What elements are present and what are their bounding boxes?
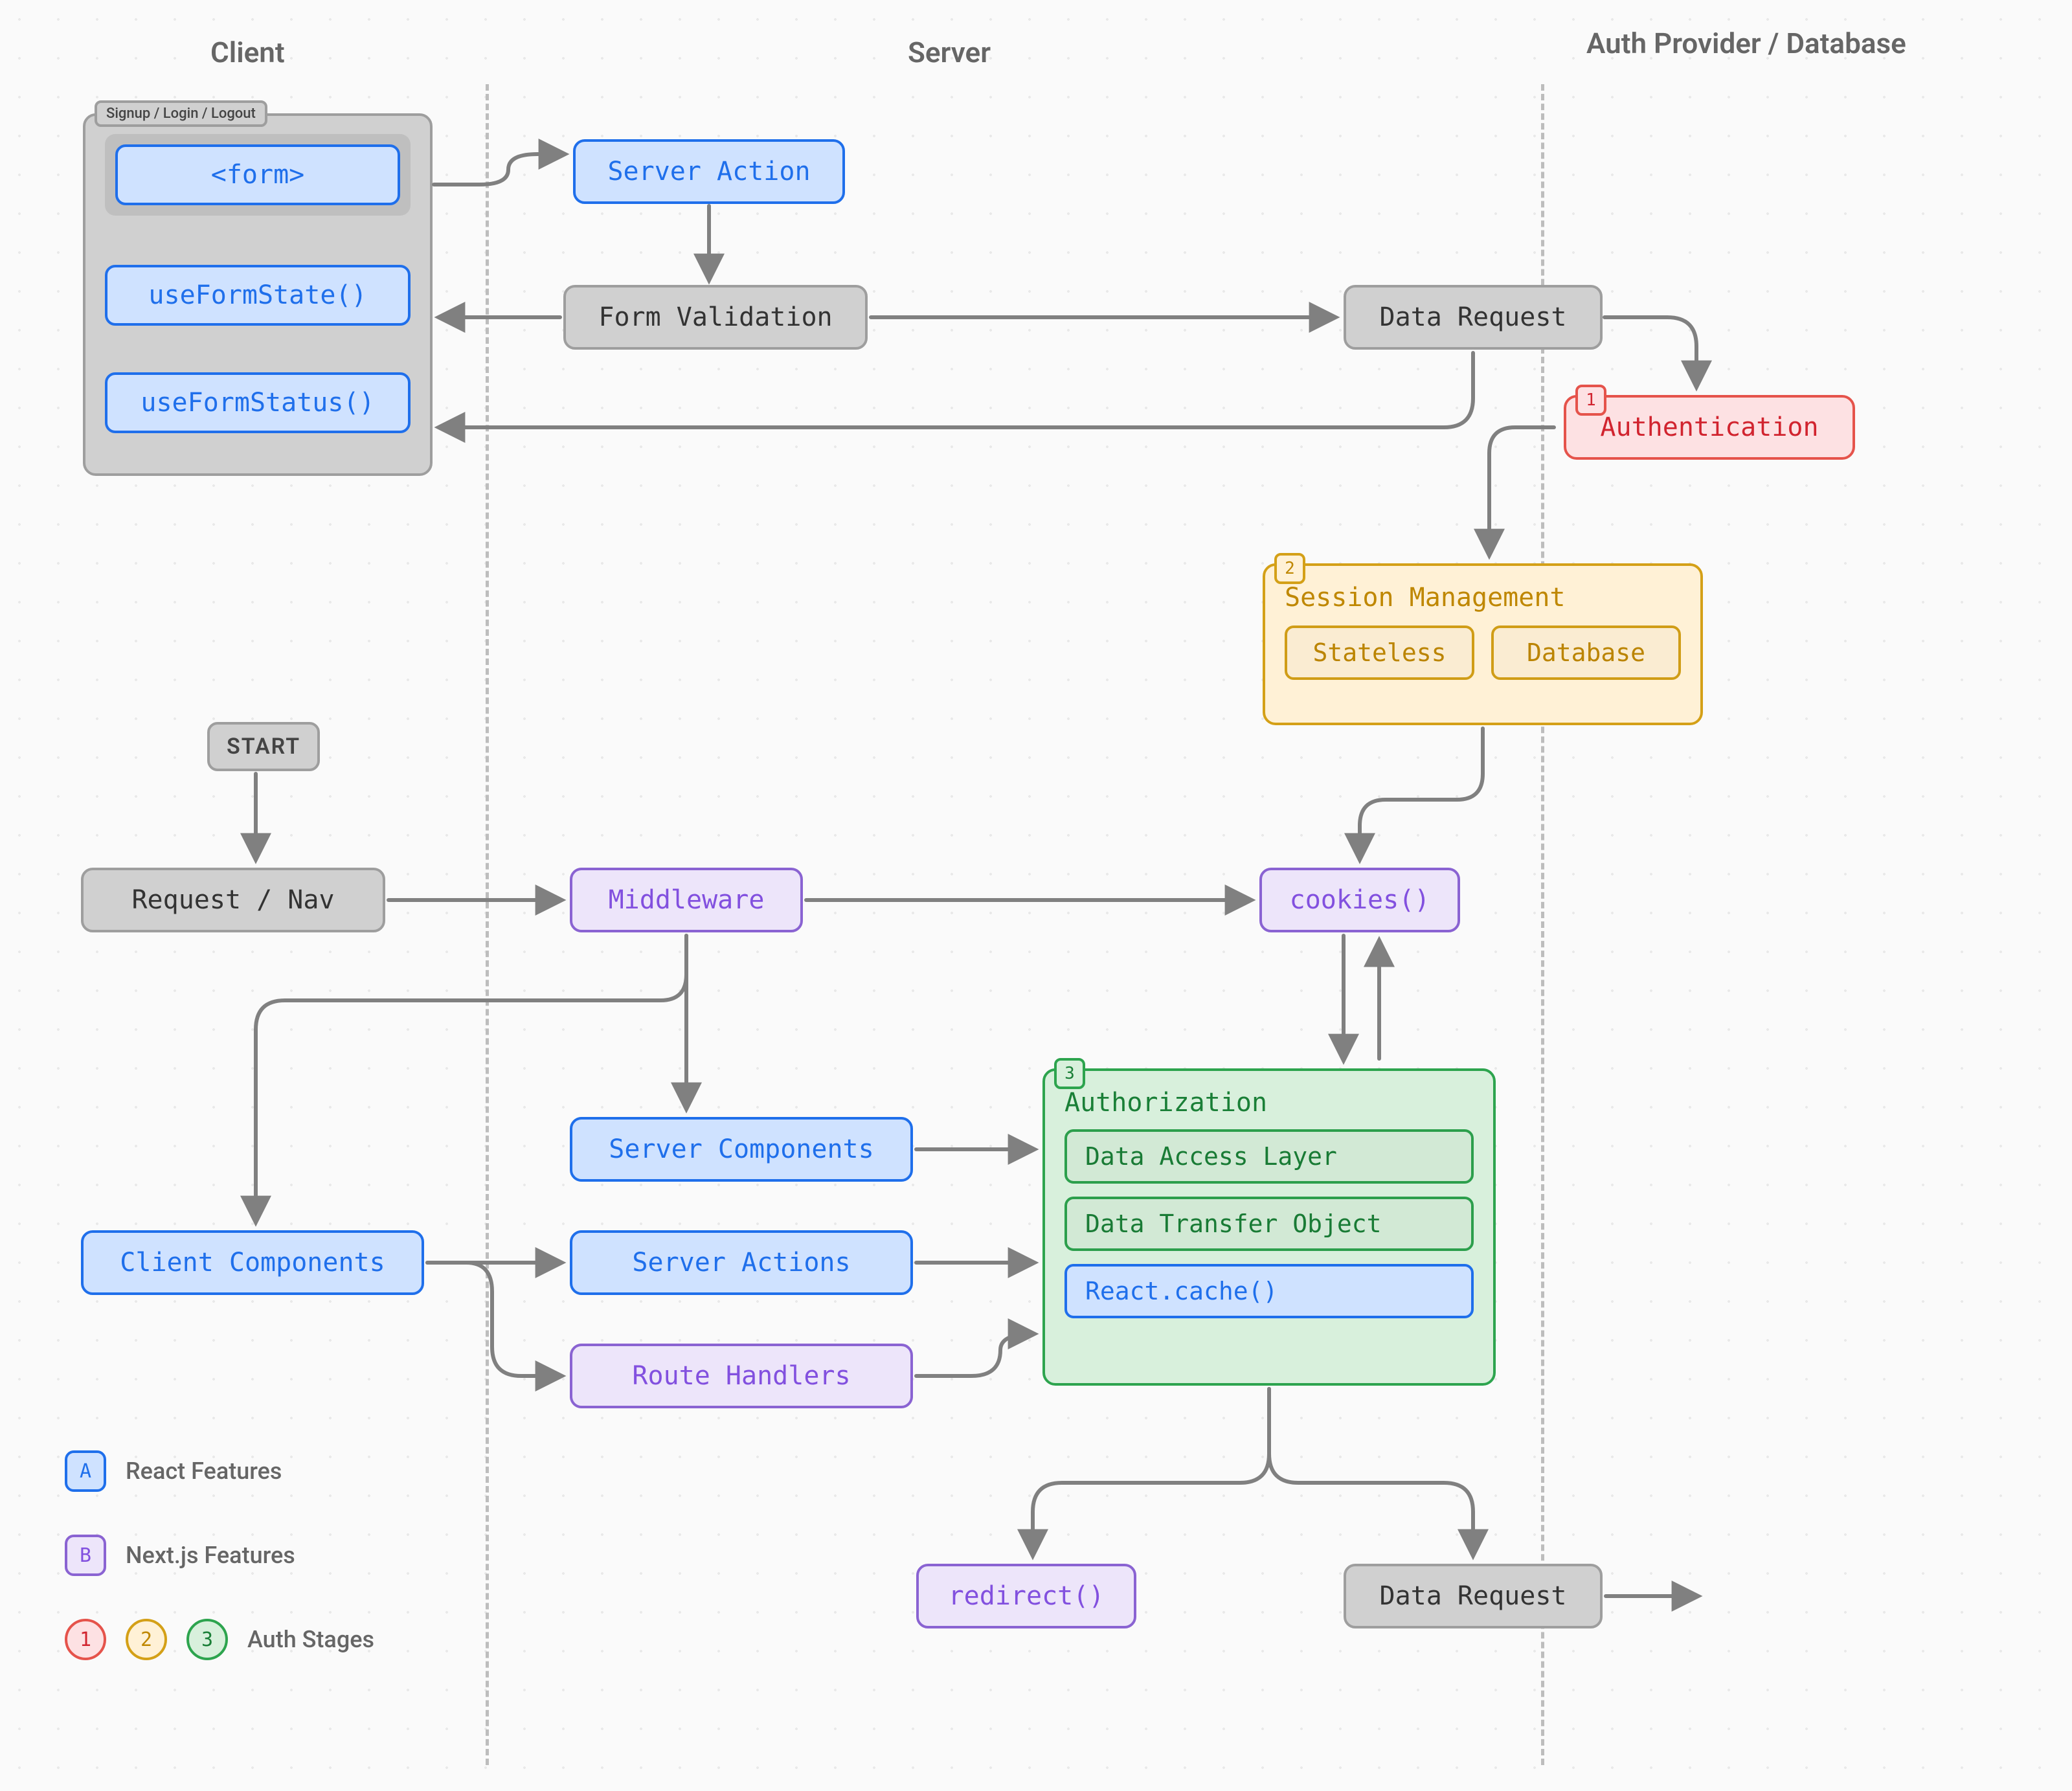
client-components-box: Client Components [81,1230,424,1295]
legend-stages: 1 2 3 Auth Stages [65,1619,374,1660]
form-validation-box: Form Validation [563,285,868,350]
legend-next: B Next.js Features [65,1535,295,1576]
form-element: <form> [115,144,400,205]
redirect-box: redirect() [916,1564,1136,1628]
session-database: Database [1491,625,1681,680]
legend-badge-a: A [65,1450,106,1492]
auth-stage-badge-1: 1 [1575,385,1606,416]
column-title-client: Client [210,36,285,69]
start-label: START [207,722,320,771]
data-access-layer: Data Access Layer [1064,1129,1474,1184]
legend-react-label: React Features [126,1458,282,1485]
authorization-title: Authorization [1045,1071,1493,1129]
legend-circle-1: 1 [65,1619,106,1660]
authentication-label: Authentication [1600,412,1818,442]
auth-stage-badge-2: 2 [1274,553,1305,584]
server-actions-box: Server Actions [570,1230,913,1295]
authorization-panel: 3 Authorization Data Access Layer Data T… [1042,1068,1496,1386]
server-action-box: Server Action [573,139,845,204]
legend-stages-label: Auth Stages [247,1626,374,1653]
use-form-state: useFormState() [105,265,411,326]
data-request-bottom-box: Data Request [1344,1564,1603,1628]
divider-client-server [486,84,489,1765]
session-management-panel: 2 Session Management Stateless Database [1263,563,1703,725]
client-signup-panel: Signup / Login / Logout <form> useFormSt… [83,113,433,476]
legend-react: A React Features [65,1450,282,1492]
auth-stage-badge-3: 3 [1054,1058,1085,1089]
route-handlers-box: Route Handlers [570,1344,913,1408]
legend-circle-2: 2 [126,1619,167,1660]
use-form-status: useFormStatus() [105,372,411,433]
cookies-box: cookies() [1259,868,1460,932]
session-stateless: Stateless [1285,625,1474,680]
middleware-box: Middleware [570,868,803,932]
column-title-server: Server [908,36,991,69]
session-management-title: Session Management [1265,566,1700,613]
data-transfer-object: Data Transfer Object [1064,1197,1474,1251]
request-nav-box: Request / Nav [81,868,385,932]
authentication-box: 1 Authentication [1564,395,1855,460]
data-request-top-box: Data Request [1344,285,1603,350]
legend-badge-b: B [65,1535,106,1576]
react-cache: React.cache() [1064,1264,1474,1318]
client-panel-tag: Signup / Login / Logout [95,100,267,127]
legend-circle-3: 3 [186,1619,228,1660]
server-components-box: Server Components [570,1117,913,1182]
legend-next-label: Next.js Features [126,1542,295,1569]
column-title-auth: Auth Provider / Database [1586,26,1906,62]
